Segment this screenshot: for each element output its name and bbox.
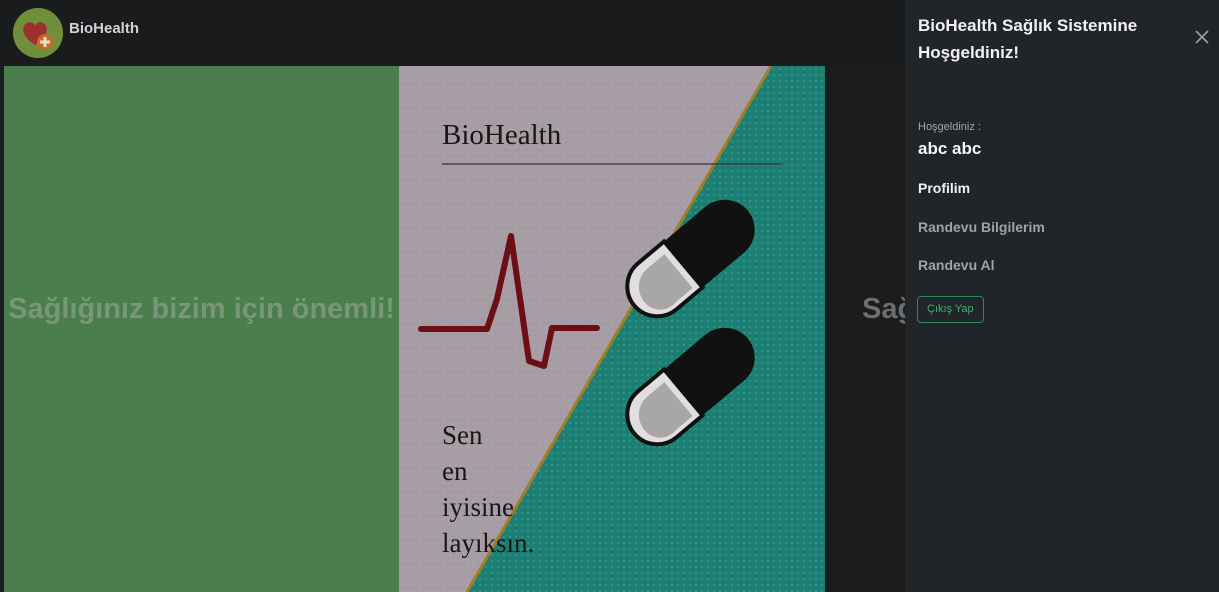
logout-button[interactable]: Çıkış Yap <box>917 296 984 323</box>
nav-link-appointments[interactable]: Randevu Bilgilerim <box>918 219 1045 235</box>
poster-slogan-line: iyisine <box>442 492 514 522</box>
carousel-slide-left: Sağlığınız bizim için önemli! <box>4 66 399 592</box>
heart-plus-icon <box>13 8 63 58</box>
biohealth-poster: BioHealth Sen en iyisine layıksın. <box>399 66 825 592</box>
close-icon[interactable] <box>1193 28 1211 46</box>
poster-slogan-line: en <box>442 456 468 486</box>
hero-carousel: Sağlığınız bizim için önemli! BioHealth <box>4 66 905 592</box>
poster-slogan-line: layıksın. <box>442 528 534 558</box>
nav-link-profile[interactable]: Profilim <box>918 180 970 196</box>
logo-heart-icon[interactable] <box>13 8 63 58</box>
offcanvas-title: BioHealth Sağlık Sistemine Hoşgeldiniz! <box>918 16 1138 62</box>
offcanvas-menu: BioHealth Sağlık Sistemine Hoşgeldiniz! … <box>905 0 1219 592</box>
welcome-label: Hoşgeldiniz : <box>918 121 981 133</box>
username: abc abc <box>918 139 982 158</box>
poster-slogan-line: Sen <box>442 420 483 450</box>
poster-title: BioHealth <box>442 119 562 151</box>
brand-name[interactable]: BioHealth <box>69 20 139 37</box>
slide-left-text: Sağlığınız bizim için önemli! <box>8 293 395 325</box>
nav-link-book-appointment[interactable]: Randevu Al <box>918 257 995 273</box>
slide-right-text: Sağ <box>862 293 905 325</box>
